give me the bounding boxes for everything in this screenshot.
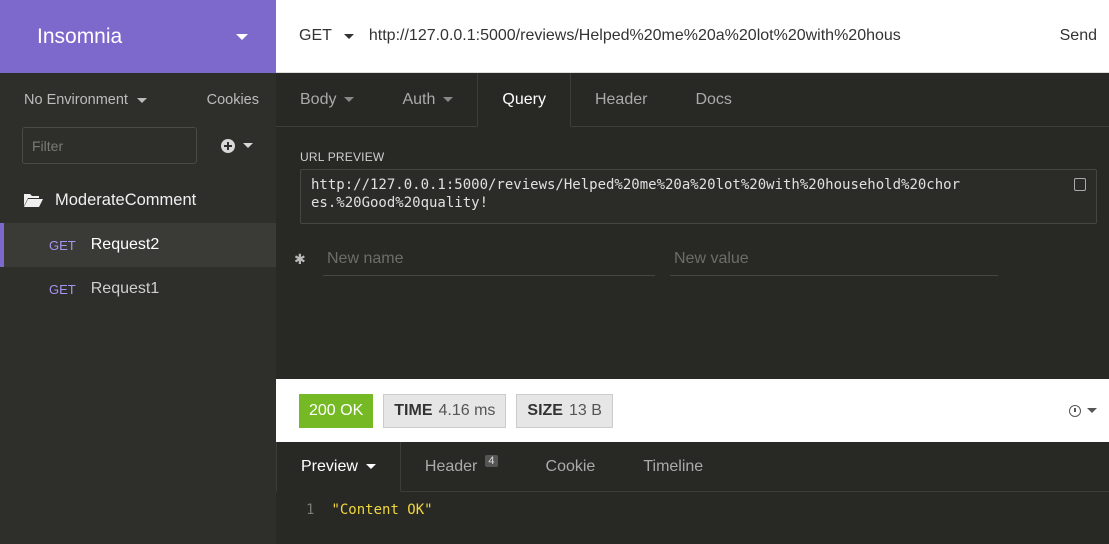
chevron-down-icon (243, 143, 253, 148)
sidebar-request-request1[interactable]: GET Request1 (0, 267, 276, 311)
query-param-row: ✱ New name New value (294, 242, 1109, 276)
gear-icon[interactable]: ✱ (294, 251, 308, 268)
filter-row: Filter (0, 127, 276, 164)
size-value: 13 B (568, 401, 602, 419)
method-label: GET (299, 27, 332, 44)
size-badge: SIZE 13 B (516, 393, 613, 428)
folder-label: ModerateComment (55, 190, 197, 209)
url-input[interactable]: http://127.0.0.1:5000/reviews/Helped%20m… (369, 27, 1040, 45)
param-value-input[interactable]: New value (670, 242, 998, 276)
tab-timeline[interactable]: Timeline (619, 442, 727, 491)
tab-label: Cookie (545, 457, 596, 475)
tab-header[interactable]: Header (571, 73, 671, 126)
response-body: 1 "Content OK" (306, 502, 1109, 518)
tab-docs[interactable]: Docs (671, 73, 755, 126)
plus-circle-icon (221, 138, 235, 153)
time-label: TIME (394, 401, 433, 419)
url-preview-label: URL PREVIEW (300, 150, 385, 164)
tab-label: Header (594, 90, 648, 108)
chevron-down-icon (344, 97, 355, 102)
chevron-down-icon (443, 97, 454, 102)
cookies-button[interactable]: Cookies (207, 92, 259, 108)
folder-open-icon (24, 194, 43, 207)
chevron-down-icon (136, 97, 147, 103)
tab-label: Body (300, 90, 337, 108)
send-button[interactable]: Send (1060, 27, 1097, 45)
sidebar-request-request2[interactable]: GET Request2 (0, 223, 276, 267)
sidebar: Insomnia No Environment Cookies Filter M… (0, 0, 276, 544)
tab-label: Header (424, 457, 478, 475)
tab-cookie[interactable]: Cookie (522, 442, 620, 491)
tab-preview[interactable]: Preview (276, 442, 401, 492)
request-pane: Body Auth Query Header Docs URL PREVIEW (276, 73, 1109, 379)
tab-query[interactable]: Query (477, 73, 571, 127)
tab-label: Docs (695, 90, 732, 108)
response-pane: Preview Header 4 Cookie Timeline 1 "Cont… (276, 442, 1109, 544)
request-name: Request2 (90, 236, 160, 253)
header-count-badge: 4 (485, 454, 498, 467)
tab-label: Query (502, 90, 546, 108)
tab-label: Preview (301, 457, 358, 475)
url-preview-line: es.%20Good%20quality! (311, 195, 489, 211)
insomnia-app: Insomnia No Environment Cookies Filter M… (0, 0, 1109, 544)
chevron-down-icon (236, 33, 248, 40)
folder-moderatecomment[interactable]: ModerateComment (0, 177, 276, 223)
filter-input[interactable]: Filter (22, 127, 197, 164)
request-method: GET (49, 237, 76, 253)
url-preview: http://127.0.0.1:5000/reviews/Helped%20m… (300, 169, 1097, 224)
request-name: Request1 (90, 280, 160, 297)
tab-body[interactable]: Body (276, 73, 378, 126)
url-preview-line: http://127.0.0.1:5000/reviews/Helped%20m… (311, 177, 961, 193)
app-name: Insomnia (37, 24, 123, 48)
chevron-down-icon (365, 464, 376, 469)
add-item-button[interactable] (221, 138, 253, 153)
tab-auth[interactable]: Auth (378, 73, 477, 126)
size-label: SIZE (527, 401, 563, 419)
chevron-down-icon (1087, 408, 1097, 413)
environment-selector[interactable]: No Environment (24, 92, 147, 108)
tab-label: Timeline (643, 457, 704, 475)
time-value: 4.16 ms (438, 401, 496, 419)
request-method: GET (49, 281, 76, 297)
environment-label: No Environment (24, 92, 128, 108)
history-button[interactable] (1069, 404, 1097, 417)
main-pane: GET http://127.0.0.1:5000/reviews/Helped… (276, 0, 1109, 544)
copy-icon[interactable] (1074, 178, 1086, 191)
time-badge: TIME 4.16 ms (383, 393, 507, 428)
tab-response-header[interactable]: Header 4 (401, 442, 522, 491)
url-bar: GET http://127.0.0.1:5000/reviews/Helped… (276, 0, 1109, 73)
response-status-bar: 200 OK TIME 4.16 ms SIZE 13 B (276, 379, 1109, 442)
response-tabs: Preview Header 4 Cookie Timeline (276, 442, 1109, 492)
request-tabs: Body Auth Query Header Docs (276, 73, 1109, 127)
status-badge: 200 OK (299, 393, 374, 428)
environment-row: No Environment Cookies (0, 73, 276, 127)
workspace-menu[interactable]: Insomnia (0, 0, 276, 73)
line-number: 1 (306, 502, 315, 518)
param-name-input[interactable]: New name (323, 242, 655, 276)
tab-label: Auth (402, 90, 436, 108)
response-string: "Content OK" (331, 502, 433, 518)
method-selector[interactable]: GET (299, 27, 354, 45)
clock-icon (1069, 404, 1081, 417)
chevron-down-icon (343, 33, 354, 39)
